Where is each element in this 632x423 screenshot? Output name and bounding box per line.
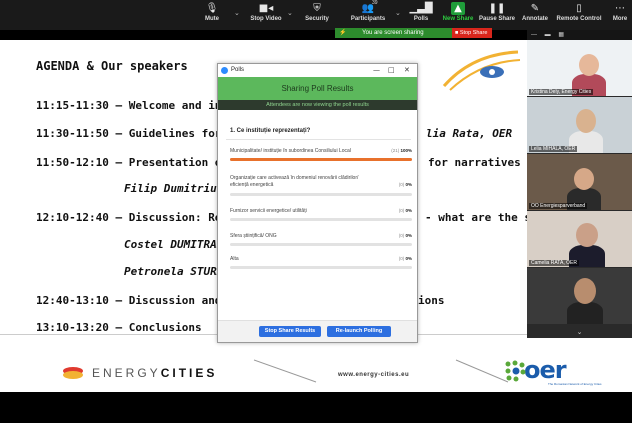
chevron-down-icon[interactable]: ⌄ [527, 328, 632, 338]
poll-answer: Alta (0) 0% [230, 256, 412, 269]
poll-answer: Municipalitate/ instituție în subordinea… [230, 148, 412, 161]
meeting-toolbar: 🎙 Mute ⌄ ■◂ Stop Video ⌄ ⛨ Security 👥 Pa… [0, 0, 632, 30]
participants-button[interactable]: 👥 Participants [346, 2, 390, 28]
answer-bar [230, 193, 412, 196]
grid-icon[interactable]: ▦ [558, 32, 564, 38]
agenda-item-suffix: ions [418, 294, 445, 307]
share-arrow-icon: ▲ [451, 2, 465, 15]
stop-share-button[interactable]: ■ Stop Share [452, 28, 492, 38]
energy-cities-logo: ENERGYCITIES [62, 366, 217, 380]
bar-chart-icon: ▁▃█ [409, 3, 433, 14]
agenda-title: AGENDA & Our speakers [36, 59, 188, 73]
polls-header: Sharing Poll Results [218, 77, 417, 100]
agenda-item-speaker: lia Rata, OER [426, 127, 513, 140]
security-button[interactable]: ⛨ Security [300, 2, 334, 28]
stop-share-results-button[interactable]: Stop Share Results [259, 326, 321, 337]
question-divider [226, 139, 411, 140]
energy-cities-icon [63, 367, 83, 379]
video-tile[interactable]: Kristina Dely, Energy Cities [527, 40, 632, 96]
stop-video-button[interactable]: ■◂ Stop Video [244, 2, 288, 28]
answer-stat: (0) 0% [398, 182, 412, 187]
pause-share-button[interactable]: ❚❚ Pause Share [479, 2, 515, 28]
agenda-item: 13:10-13:20 – Conclusions [36, 321, 202, 334]
agenda-speaker: Petronela STURZ, [124, 265, 230, 278]
agenda-speaker: Costel DUMITRAȘ [124, 238, 224, 251]
mute-options-chevron-icon[interactable]: ⌄ [234, 9, 240, 17]
pause-icon: ❚❚ [488, 3, 506, 14]
oer-logo: oer The Romanian Network of Energy Citie… [505, 356, 602, 386]
participants-count-badge: 39 [372, 0, 378, 6]
poll-answer: Sfera științifică/ ONG (0) 0% [230, 233, 412, 246]
agenda-item-suffix: - what are the su [425, 211, 538, 224]
minimize-window-icon[interactable]: — [373, 64, 380, 77]
video-tile[interactable]: Camelia RATA, OER [527, 211, 632, 267]
poll-answer: Furnizor servicii energetice/ utilități … [230, 208, 412, 221]
video-tile[interactable]: Lelia MIHALA, OER [527, 97, 632, 153]
more-dots-icon: ⋯ [615, 3, 625, 14]
oer-dots-icon [505, 360, 526, 382]
video-tile[interactable] [527, 268, 632, 324]
answer-stat: (0) 0% [398, 208, 412, 213]
remote-control-button[interactable]: ▯ Remote Control [556, 2, 602, 28]
participants-options-chevron-icon[interactable]: ⌄ [395, 9, 401, 17]
video-tile[interactable]: OO Energiesparverband [527, 154, 632, 210]
mute-button[interactable]: 🎙 Mute [200, 2, 224, 28]
video-panel-header: — ▬ ▦ [527, 30, 632, 40]
answer-bar [230, 243, 412, 246]
agenda-item: 11:50-12:10 – Presentation of E [36, 156, 242, 169]
answer-stat: (0) 0% [398, 233, 412, 238]
answer-bar [230, 158, 412, 161]
minimize-icon[interactable]: — [531, 32, 537, 38]
share-status-icon: ⚡ [339, 30, 347, 36]
mouse-icon: ▯ [576, 3, 582, 14]
poll-question: 1. Ce instituție reprezentați? [230, 128, 311, 134]
poll-answer: Organizație care activează în domeniul r… [230, 175, 412, 196]
layout-icon[interactable]: ▬ [545, 32, 551, 38]
footer-diagonal-line [253, 359, 317, 383]
polls-button[interactable]: ▁▃█ Polls [409, 2, 433, 28]
close-icon[interactable]: ✕ [404, 64, 410, 77]
footer-diagonal-line [455, 359, 509, 383]
footer-url: www.energy-cities.eu [338, 372, 410, 378]
microphone-icon: 🎙 [205, 3, 219, 14]
video-options-chevron-icon[interactable]: ⌄ [287, 9, 293, 17]
agenda-item: 12:10-12:40 – Discussion: Reno [36, 211, 235, 224]
answer-bar [230, 218, 412, 221]
pen-icon: ✎ [530, 3, 540, 14]
polls-subheader: Attendees are now viewing the poll resul… [218, 100, 417, 110]
zoom-app-icon [221, 67, 228, 74]
agenda-item: 11:15-11:30 – Welcome and intr [36, 99, 235, 112]
polls-footer: Stop Share Results Re-launch Polling [218, 320, 417, 342]
relaunch-polling-button[interactable]: Re-launch Polling [327, 326, 391, 337]
polls-titlebar: Polls — □ ✕ [218, 64, 417, 77]
more-button[interactable]: ⋯ More [610, 2, 630, 28]
polls-window: Polls — □ ✕ Sharing Poll Results Attende… [217, 63, 418, 343]
video-panel: — ▬ ▦ Kristina Dely, Energy Cities Lelia… [527, 30, 632, 338]
annotate-button[interactable]: ✎ Annotate [520, 2, 550, 28]
answer-stat: (0) 0% [398, 256, 412, 261]
stop-square-icon: ■ [455, 30, 459, 36]
answer-bar [230, 266, 412, 269]
maximize-window-icon[interactable]: □ [388, 64, 395, 77]
new-share-button[interactable]: ▲ New Share [442, 2, 474, 28]
agenda-item: 11:30-11:50 – Guidelines for de [36, 127, 242, 140]
answer-stat: (21) 100% [391, 148, 412, 153]
shield-icon: ⛨ [313, 3, 321, 14]
camera-icon: ■◂ [258, 3, 274, 14]
energy-swoosh-logo [442, 50, 521, 91]
